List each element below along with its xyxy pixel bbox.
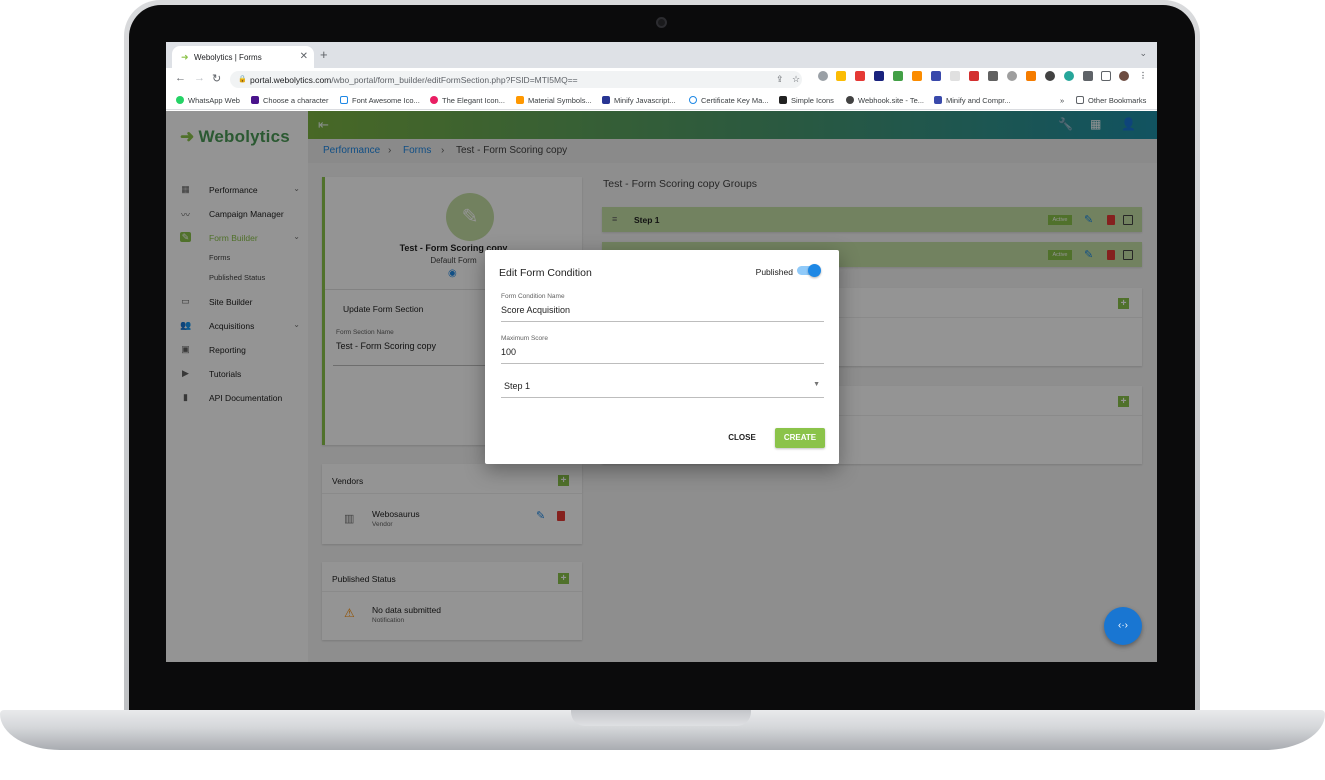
- tab-search-icon[interactable]: ⌄: [1139, 48, 1147, 59]
- bookmark-item[interactable]: Choose a character: [251, 96, 328, 105]
- simple-icons-icon: [779, 96, 787, 104]
- extension-icon[interactable]: [1045, 71, 1055, 81]
- bookmark-item[interactable]: Simple Icons: [779, 96, 834, 105]
- chat-icon: [251, 96, 259, 104]
- extension-icon[interactable]: [988, 71, 998, 81]
- extension-icon[interactable]: [1026, 71, 1036, 81]
- dialog-title: Edit Form Condition: [499, 267, 592, 279]
- minify-icon: [602, 96, 610, 104]
- extension-icon[interactable]: [931, 71, 941, 81]
- extension-icon[interactable]: [969, 71, 979, 81]
- elegant-icon: [430, 96, 438, 104]
- side-panel-icon[interactable]: [1101, 71, 1111, 81]
- maximum-score-value: 100: [501, 347, 517, 357]
- bookmark-item[interactable]: Minify and Compr...: [934, 96, 1011, 105]
- extension-icon[interactable]: [855, 71, 865, 81]
- extension-icon[interactable]: [1064, 71, 1074, 81]
- camera-icon: [656, 17, 667, 28]
- minify-compress-icon: [934, 96, 942, 104]
- extension-icon[interactable]: [836, 71, 846, 81]
- extension-icon[interactable]: [893, 71, 903, 81]
- close-tab-icon[interactable]: ✕: [300, 51, 308, 62]
- back-arrow-icon[interactable]: ←: [175, 72, 186, 84]
- lock-icon: 🔒: [238, 76, 247, 83]
- bookmark-item[interactable]: Certificate Key Ma...: [689, 96, 769, 105]
- extension-icon[interactable]: [818, 71, 828, 81]
- maximum-score-field[interactable]: Maximum Score 100: [501, 335, 824, 364]
- bookmark-item[interactable]: Webhook.site - Te...: [846, 96, 924, 105]
- extension-icon[interactable]: [874, 71, 884, 81]
- more-bookmarks-icon[interactable]: »: [1060, 96, 1064, 105]
- other-bookmarks[interactable]: Other Bookmarks: [1076, 96, 1146, 105]
- dropdown-arrow-icon: ▼: [813, 381, 820, 388]
- bookmark-item[interactable]: The Elegant Icon...: [430, 96, 505, 105]
- form-condition-name-label: Form Condition Name: [501, 293, 565, 300]
- new-tab-icon[interactable]: +: [320, 47, 328, 62]
- url-path: /wbo_portal/form_builder/editFormSection…: [331, 75, 578, 85]
- tab-strip: ➜ Webolytics | Forms ✕ + ⌄: [166, 42, 1157, 68]
- extension-icon[interactable]: [1007, 71, 1017, 81]
- code-icon: ‹·›: [1118, 620, 1128, 631]
- step-select[interactable]: Step 1 ▼: [501, 378, 824, 398]
- form-condition-name-value: Score Acquisition: [501, 305, 571, 315]
- certificate-icon: [689, 96, 697, 104]
- laptop-notch: [571, 710, 751, 726]
- puzzle-extensions-icon[interactable]: [1083, 71, 1093, 81]
- bookmark-item[interactable]: WhatsApp Web: [176, 96, 240, 105]
- reload-icon[interactable]: ↻: [212, 72, 221, 85]
- bookmark-item[interactable]: Material Symbols...: [516, 96, 592, 105]
- browser-tab[interactable]: ➜ Webolytics | Forms ✕: [172, 46, 314, 68]
- flag-icon: [340, 96, 348, 104]
- published-toggle[interactable]: [797, 264, 821, 277]
- maximum-score-label: Maximum Score: [501, 335, 548, 342]
- bookmarks-bar: WhatsApp Web Choose a character Font Awe…: [166, 90, 1157, 110]
- bookmark-item[interactable]: Minify Javascript...: [602, 96, 676, 105]
- webolytics-favicon-icon: ➜: [181, 52, 189, 62]
- folder-icon: [1076, 96, 1084, 104]
- forward-arrow-icon[interactable]: →: [194, 72, 205, 84]
- profile-avatar[interactable]: [1119, 71, 1129, 81]
- edit-form-condition-dialog: Edit Form Condition Published Form Condi…: [485, 250, 839, 464]
- url-host: portal.webolytics.com: [250, 75, 332, 85]
- tab-title: Webolytics | Forms: [194, 53, 262, 62]
- bookmark-item[interactable]: Font Awesome Ico...: [340, 96, 420, 105]
- extension-icon[interactable]: [912, 71, 922, 81]
- close-button[interactable]: CLOSE: [725, 428, 759, 448]
- code-fab-button[interactable]: ‹·›: [1104, 607, 1142, 645]
- create-button[interactable]: CREATE: [775, 428, 825, 448]
- kebab-menu-icon[interactable]: ⋮: [1138, 71, 1148, 81]
- bookmark-star-icon[interactable]: ☆: [792, 74, 800, 85]
- app: ➜ Webolytics ▦ Performance ⌄ 〰 Campaign M…: [166, 111, 1157, 662]
- share-icon[interactable]: ⇪: [776, 74, 784, 85]
- extension-icon[interactable]: [950, 71, 960, 81]
- published-label: Published: [755, 267, 793, 277]
- screen: ➜ Webolytics | Forms ✕ + ⌄ ← → ↻ 🔒 porta…: [166, 42, 1157, 662]
- material-symbols-icon: [516, 96, 524, 104]
- step-select-value: Step 1: [504, 381, 531, 391]
- webhook-icon: [846, 96, 854, 104]
- whatsapp-icon: [176, 96, 184, 104]
- address-bar[interactable]: 🔒 portal.webolytics.com/wbo_portal/form_…: [230, 71, 802, 88]
- form-condition-name-field[interactable]: Form Condition Name Score Acquisition: [501, 293, 824, 322]
